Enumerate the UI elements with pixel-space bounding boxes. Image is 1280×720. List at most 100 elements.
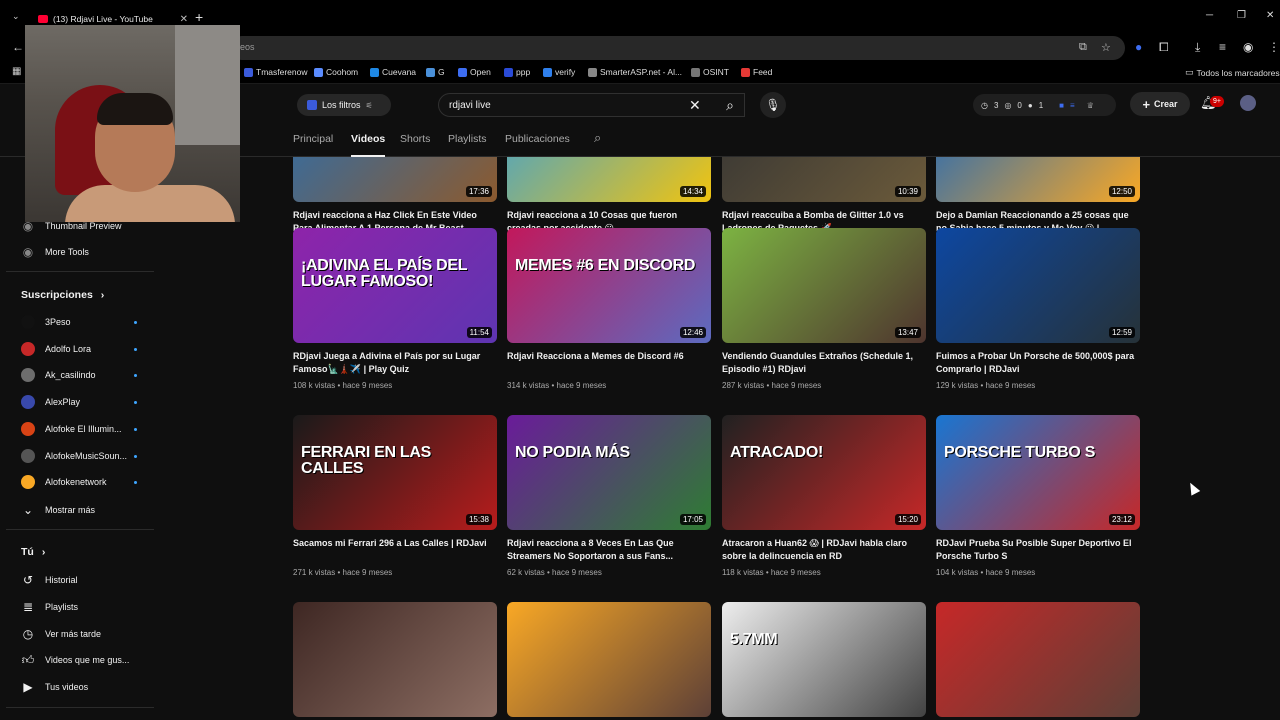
- video-thumbnail[interactable]: ATRACADO! 15:20: [722, 415, 926, 530]
- tab-publicaciones[interactable]: Publicaciones: [505, 133, 570, 145]
- video-meta: 271 k vistas • hace 9 meses: [293, 568, 393, 577]
- video-title[interactable]: Sacamos mi Ferrari 296 a Las Calles | RD…: [293, 537, 497, 550]
- video-meta: 129 k vistas • hace 9 meses: [936, 381, 1036, 390]
- all-bookmarks[interactable]: ▭ Todos los marcadores: [1185, 67, 1280, 78]
- duration-badge: 12:50: [1108, 186, 1135, 197]
- omnibox[interactable]: eos ⧉ ☆: [230, 36, 1125, 60]
- bookmark-item[interactable]: Feed: [741, 67, 772, 77]
- video-title[interactable]: RDjavi Juega a Adivina el País por su Lu…: [293, 350, 497, 376]
- clear-search-icon[interactable]: ✕: [689, 97, 701, 114]
- tab-playlists[interactable]: Playlists: [448, 133, 487, 145]
- bookmark-item[interactable]: verify: [543, 67, 575, 77]
- thumbnail-overlay-text: MEMES #6 EN DISCORD: [515, 257, 696, 274]
- video-meta: 118 k vistas • hace 9 meses: [722, 568, 821, 577]
- bookmark-item[interactable]: Open: [458, 67, 491, 77]
- omnibox-url: eos: [240, 42, 255, 52]
- minimize-icon[interactable]: ─: [1206, 10, 1213, 21]
- video-thumbnail[interactable]: PORSCHE TURBO S 23:12: [936, 415, 1140, 530]
- trophy-icon: ♕: [1086, 100, 1094, 110]
- download-icon[interactable]: ⤓: [1195, 40, 1200, 55]
- bookmark-label: Coohom: [326, 67, 359, 77]
- video-thumbnail[interactable]: 17:36: [293, 157, 497, 202]
- bookmark-item[interactable]: Tmasferenow: [244, 67, 308, 77]
- tab-close-icon[interactable]: ✕: [180, 14, 188, 25]
- video-thumbnail[interactable]: 5 COSAS QUE NO SABIAS12:50: [936, 157, 1140, 202]
- duration-badge: 15:38: [465, 514, 492, 525]
- video-thumbnail[interactable]: [293, 602, 497, 717]
- thumbnail-overlay-text: ATRACADO!: [730, 444, 823, 461]
- bookmark-item[interactable]: G: [426, 67, 445, 77]
- webcam-overlay: [25, 25, 240, 222]
- bookmark-item[interactable]: OSINT: [691, 67, 729, 77]
- microphone-icon[interactable]: 🎙: [760, 92, 786, 118]
- tab-shorts[interactable]: Shorts: [400, 133, 430, 145]
- create-button[interactable]: + Crear: [1130, 92, 1190, 116]
- bookmark-favicon-icon: [504, 67, 513, 77]
- bookmark-favicon-icon: [691, 67, 700, 77]
- video-thumbnail[interactable]: LADRONES DE PAQUETES10:39: [722, 157, 926, 202]
- video-title[interactable]: Fuimos a Probar Un Porsche de 500,000$ p…: [936, 350, 1140, 376]
- video-thumbnail[interactable]: CREADO POR ACCIDENTE14:34: [507, 157, 711, 202]
- extensions-puzzle-icon[interactable]: ⧠: [1159, 40, 1169, 55]
- channel-search-icon[interactable]: ⌕: [594, 130, 601, 146]
- video-grid: 17:36 Rdjavi reacciona a Haz Click En Est…: [0, 157, 1280, 720]
- bookmark-item[interactable]: ppp: [504, 67, 530, 77]
- video-thumbnail[interactable]: 12:59: [936, 228, 1140, 343]
- video-thumbnail[interactable]: [507, 602, 711, 717]
- thumbnail-overlay-text: FERRARI EN LAS CALLES: [301, 444, 432, 477]
- video-meta: 104 k vistas • hace 9 meses: [936, 568, 1036, 577]
- video-title[interactable]: Rdjavi reacciona a 8 Veces En Las Que St…: [507, 537, 711, 563]
- bookmark-favicon-icon: [370, 67, 379, 77]
- thumbnail-overlay-text: NO PODIA MÁS: [515, 444, 630, 461]
- webcam-person-body: [65, 185, 235, 222]
- video-title[interactable]: Rdjavi Reacciona a Memes de Discord #6: [507, 350, 711, 363]
- filters-button[interactable]: Los filtros ⚟: [297, 94, 391, 116]
- search-icon[interactable]: ⌕: [715, 93, 745, 117]
- thumbnail-overlay-text: ¡ADIVINA EL PAÍS DEL LUGAR FAMOSO!: [301, 257, 467, 290]
- folder-icon: ▭: [1185, 67, 1194, 77]
- profile-icon[interactable]: ◉: [1243, 40, 1253, 54]
- tab-videos[interactable]: Videos: [351, 133, 385, 145]
- person-icon: ●: [1027, 100, 1033, 110]
- video-title[interactable]: RDJavi Prueba Su Posible Super Deportivo…: [936, 537, 1140, 563]
- sliders-icon: ⚟: [365, 100, 373, 110]
- video-thumbnail[interactable]: [936, 602, 1140, 717]
- bookmark-star-icon[interactable]: ☆: [1101, 41, 1111, 54]
- all-bookmarks-label: Todos los marcadores: [1196, 67, 1280, 78]
- tab-search-icon[interactable]: ⌄: [12, 11, 20, 22]
- new-tab-icon[interactable]: +: [195, 9, 203, 25]
- bookmark-item[interactable]: SmarterASP.net - Al...: [588, 67, 682, 77]
- bookmark-favicon-icon: [458, 67, 467, 77]
- video-thumbnail[interactable]: 13:47: [722, 228, 926, 343]
- back-arrow-icon[interactable]: ←: [12, 40, 24, 54]
- bookmark-label: OSINT: [703, 67, 729, 77]
- tab-principal[interactable]: Principal: [293, 133, 333, 145]
- video-thumbnail[interactable]: FERRARI EN LAS CALLES 15:38: [293, 415, 497, 530]
- bookmark-label: SmarterASP.net - Al...: [600, 67, 683, 77]
- video-thumbnail[interactable]: 5.7MM: [722, 602, 926, 717]
- video-meta: 287 k vistas • hace 9 meses: [722, 381, 822, 390]
- maximize-icon[interactable]: ❐: [1237, 10, 1246, 21]
- thumbnail-overlay-text: PORSCHE TURBO S: [944, 444, 1096, 461]
- bookmark-item[interactable]: Coohom: [314, 67, 358, 77]
- media-controls-icon[interactable]: ≡: [1219, 40, 1226, 54]
- video-title[interactable]: Atracaron a Huan62 😱 | RDJavi habla clar…: [722, 537, 926, 563]
- video-thumbnail[interactable]: NO PODIA MÁS 17:05: [507, 415, 711, 530]
- account-avatar[interactable]: [1240, 95, 1256, 111]
- video-thumbnail[interactable]: MEMES #6 EN DISCORD 12:46: [507, 228, 711, 343]
- bookmark-label: Feed: [753, 67, 773, 77]
- apps-grid-icon[interactable]: ▦: [12, 66, 21, 77]
- bookmark-favicon-icon: [741, 67, 750, 77]
- extension-blue-icon[interactable]: ●: [1135, 40, 1142, 54]
- bookmark-item[interactable]: Cuevana: [370, 67, 416, 77]
- extension-stats-pill[interactable]: ◷ 3 ◎ 0 ● 1 ■ ≡ ♕: [973, 94, 1116, 116]
- duration-badge: 17:36: [465, 186, 492, 197]
- bookmark-label: G: [438, 67, 445, 77]
- webcam-background: [175, 25, 240, 145]
- video-title[interactable]: Vendiendo Guandules Extraños (Schedule 1…: [722, 350, 926, 376]
- window-close-icon[interactable]: ✕: [1266, 10, 1274, 21]
- browser-menu-icon[interactable]: ⋮: [1268, 40, 1280, 54]
- search-input[interactable]: rdjavi live ✕: [438, 93, 745, 117]
- install-app-icon[interactable]: ⧉: [1079, 41, 1087, 54]
- video-thumbnail[interactable]: ¡ADIVINA EL PAÍS DEL LUGAR FAMOSO! 11:54: [293, 228, 497, 343]
